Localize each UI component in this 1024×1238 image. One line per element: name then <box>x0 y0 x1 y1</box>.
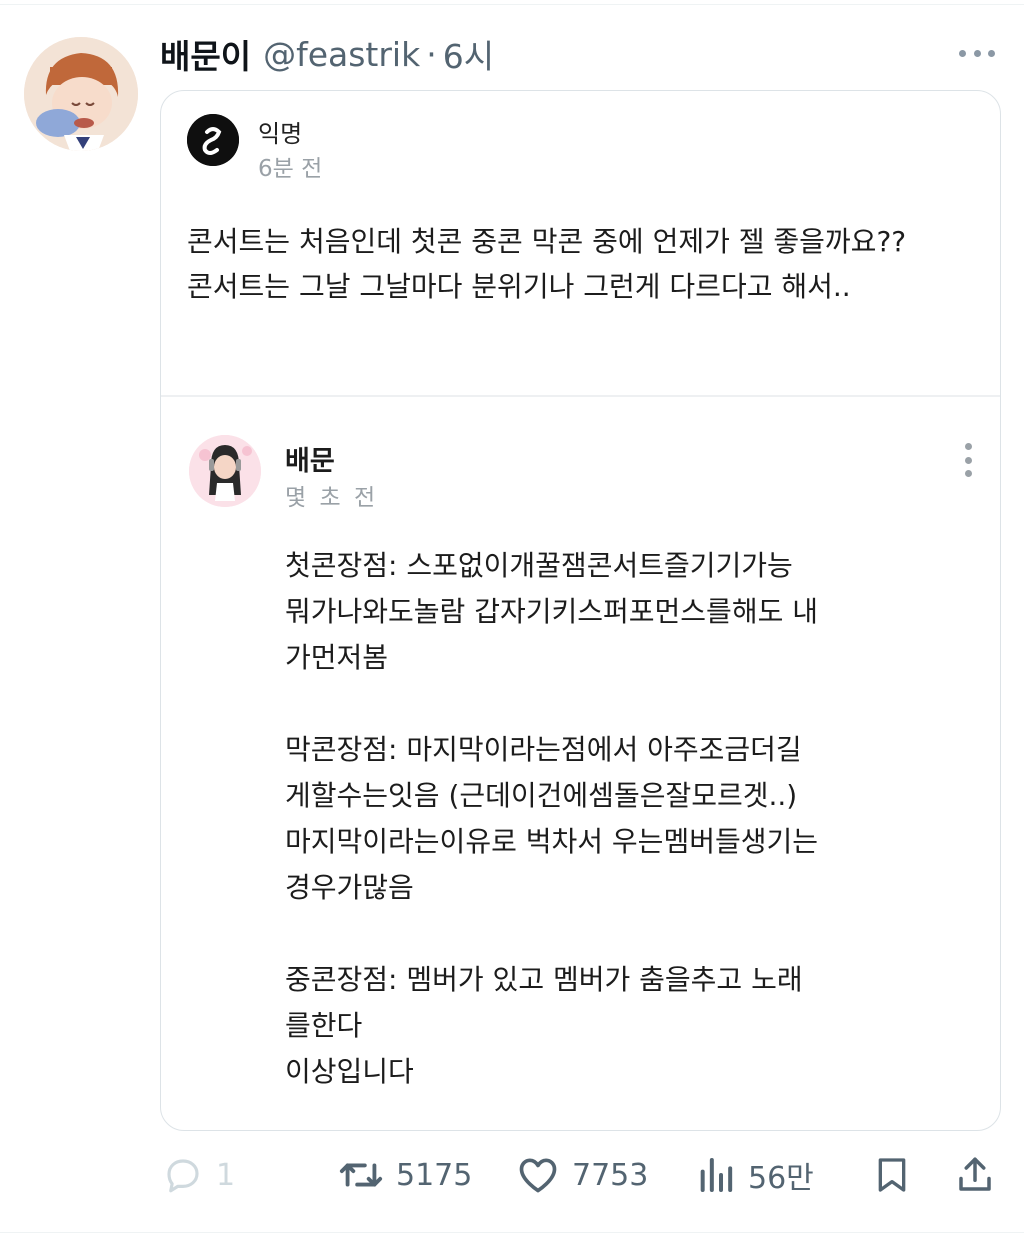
author-handle[interactable]: @feastrik <box>263 35 420 74</box>
more-options-icon[interactable] <box>957 40 997 66</box>
retweet-icon <box>339 1163 383 1187</box>
kebab-menu-icon <box>961 443 975 477</box>
like-button[interactable]: 7753 <box>516 1150 648 1200</box>
like-count: 7753 <box>572 1157 649 1193</box>
embedded-screenshot-card[interactable]: 익명 6분 전 콘서트는 처음인데 첫콘 중콘 막콘 중에 언제가 젤 좋을까요… <box>160 90 1001 1131</box>
tweet-header: 배문이 @feastrik · 6시 <box>160 30 494 78</box>
author-display-name[interactable]: 배문이 <box>160 30 251 78</box>
reply-author: 배문 <box>285 446 335 477</box>
reply-paragraph: 막콘장점: 마지막이라는점에서 아주조금더길 게할수는잇음 (근데이건에셈돌은잘… <box>285 733 819 904</box>
reply-body: 첫콘장점: 스포없이개꿀잼콘서트즐기기가능 뭐가나와도놀람 갑자기키스퍼포먼스를… <box>285 543 965 1095</box>
bottom-divider <box>0 1232 1024 1233</box>
reply-button[interactable]: 1 <box>162 1150 235 1200</box>
views-button[interactable]: 56만 <box>696 1150 814 1200</box>
bookmark-button[interactable] <box>872 1150 912 1200</box>
views-bar-chart-icon <box>700 1158 733 1192</box>
bookmark-icon <box>878 1158 906 1192</box>
reply-paragraph: 중콘장점: 멤버가 있고 멤버가 춤을추고 노래 를한다 이상입니다 <box>285 963 803 1088</box>
views-count: 56만 <box>748 1161 814 1196</box>
reply-bubble-icon <box>167 1159 199 1193</box>
reply-avatar <box>189 435 261 507</box>
top-divider <box>0 4 1024 5</box>
anonymous-avatar <box>187 114 239 166</box>
quote-time: 6분 전 <box>258 156 323 182</box>
share-button[interactable] <box>954 1150 996 1200</box>
heart-icon <box>519 1158 557 1193</box>
tweet-timestamp[interactable]: 6시 <box>443 30 494 78</box>
action-bar: 1 5175 7753 56만 <box>0 1150 1024 1200</box>
retweet-count: 5175 <box>396 1157 473 1193</box>
header-separator: · <box>426 34 437 74</box>
reply-time: 몇 초 전 <box>285 485 379 511</box>
reply-paragraph: 첫콘장점: 스포없이개꿀잼콘서트즐기기가능 뭐가나와도놀람 갑자기키스퍼포먼스를… <box>285 549 819 674</box>
author-avatar[interactable] <box>24 37 138 151</box>
share-upload-icon <box>959 1157 991 1191</box>
reply-count: 1 <box>216 1157 236 1193</box>
quote-author: 익명 <box>258 120 303 148</box>
retweet-button[interactable]: 5175 <box>338 1150 472 1200</box>
card-divider <box>161 395 1000 397</box>
quote-text: 콘서트는 처음인데 첫콘 중콘 막콘 중에 언제가 젤 좋을까요?? 콘서트는 … <box>187 225 907 303</box>
